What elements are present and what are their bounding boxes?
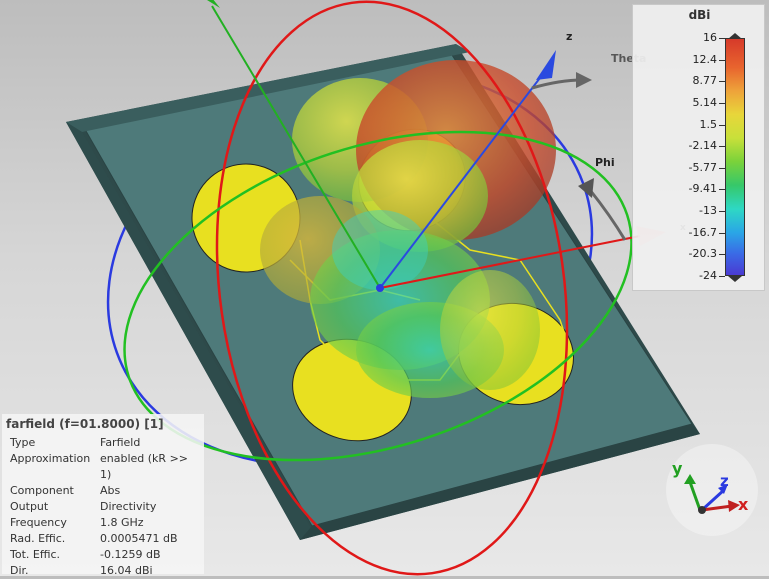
legend-tick-label: -24	[699, 269, 717, 282]
z-axis-label: z	[566, 30, 572, 43]
legend-tick-label: -20.3	[688, 247, 717, 261]
legend-tick-mark	[719, 38, 725, 39]
color-scale-legend[interactable]: dBi 16 12.4 8.77 5.14 1.5 -2.14 -5.77 -9.41 -13 -…	[632, 4, 765, 291]
info-row: Component Abs	[6, 483, 200, 499]
legend-tick-label: 1.5	[699, 117, 718, 131]
legend-tick-label: -9.41	[688, 182, 717, 196]
info-key: Approximation	[10, 452, 91, 465]
triad-x-label: x	[738, 495, 749, 514]
legend-min-arrow	[728, 276, 742, 282]
info-row: Rad. Effic. 0.0005471 dB	[6, 531, 200, 547]
legend-color-bar	[725, 38, 745, 276]
info-value: 1.8 GHz	[100, 516, 144, 529]
info-value: 0.0005471 dB	[100, 532, 178, 545]
info-value: enabled (kR >> 1)	[100, 452, 188, 481]
legend-tick-label: -13	[699, 204, 717, 218]
info-value: Directivity	[100, 500, 157, 513]
info-rows: Type Farfield Approximation enabled (kR >> …	[6, 435, 200, 579]
phi-arrow	[578, 178, 627, 241]
info-key: Type	[10, 436, 36, 449]
info-key: Frequency	[10, 516, 67, 529]
legend-tick-mark	[719, 167, 725, 169]
info-key: Output	[10, 500, 49, 513]
legend-tick-label: -5.77	[688, 160, 717, 174]
legend-tick-mark	[719, 211, 725, 213]
info-row: Tot. Effic. -0.1259 dB	[6, 547, 200, 563]
triad-y-label: y	[672, 459, 683, 478]
legend-tick-mark	[719, 232, 725, 234]
triad-z-label: z	[720, 472, 729, 490]
lobe-right-lower	[440, 270, 540, 390]
legend-tick-mark	[719, 102, 725, 104]
info-row: Output Directivity	[6, 499, 200, 515]
info-key: Rad. Effic.	[10, 532, 66, 545]
info-value: Abs	[100, 484, 121, 497]
legend-tick-mark	[719, 189, 725, 191]
legend-tick-label: 16	[703, 31, 717, 44]
orientation-triad[interactable]: y z x	[666, 444, 758, 536]
info-row: Type Farfield	[6, 435, 200, 451]
legend-tick-mark	[719, 59, 725, 61]
info-key: Tot. Effic.	[10, 548, 61, 561]
legend-tick-label: -2.14	[688, 139, 717, 153]
legend-tick-label: 5.14	[692, 95, 718, 109]
legend-tick-label: 8.77	[692, 74, 718, 88]
farfield-info-panel: farfield (f=01.8000) [1] Type Farfield App…	[2, 414, 204, 577]
info-row: Approximation enabled (kR >> 1)	[6, 451, 200, 483]
info-key: Dir.	[10, 564, 29, 577]
info-value: -0.1259 dB	[100, 548, 161, 561]
info-title: farfield (f=01.8000) [1]	[6, 417, 164, 431]
info-row: Frequency 1.8 GHz	[6, 515, 200, 531]
legend-unit: dBi	[688, 8, 711, 22]
legend-tick-mark	[719, 254, 725, 256]
legend-tick-label: 12.4	[692, 52, 718, 66]
info-key: Component	[10, 484, 74, 497]
info-row: Dir. 16.04 dBi	[6, 563, 200, 579]
legend-tick-mark	[719, 276, 725, 277]
phi-label: Phi	[595, 156, 615, 169]
legend-tick-label: -16.7	[688, 225, 717, 239]
legend-tick-mark	[719, 124, 725, 126]
info-value: 16.04 dBi	[100, 564, 153, 577]
info-value: Farfield	[100, 436, 141, 449]
legend-tick-mark	[719, 146, 725, 148]
lobe-center-cyan	[332, 210, 428, 290]
legend-tick-mark	[719, 81, 725, 83]
